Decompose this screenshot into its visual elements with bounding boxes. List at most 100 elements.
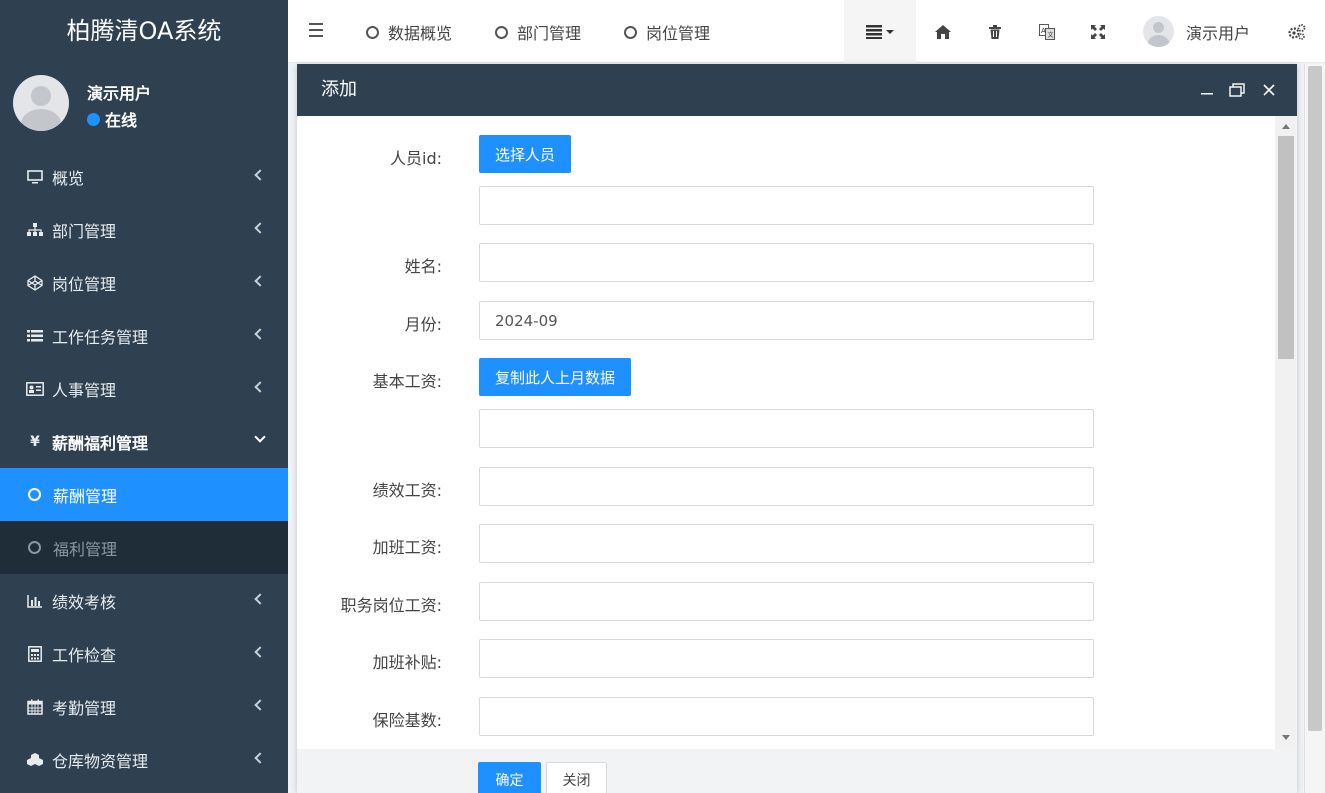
tab-department[interactable]: 部门管理 — [495, 20, 581, 44]
scroll-down-icon[interactable] — [1282, 735, 1290, 740]
overtime-pay-field[interactable] — [479, 524, 1094, 563]
tab-label: 数据概览 — [388, 24, 453, 43]
add-dialog: 添加 人员id: 选择人员 姓名: 月份: 基本工资: 复制此人上月数据 — [297, 64, 1297, 793]
scroll-up-icon[interactable] — [1282, 124, 1290, 129]
performance-pay-label: 绩效工资: — [372, 481, 442, 500]
sidebar-subitem-label: 福利管理 — [53, 539, 118, 559]
sidebar-item-label: 工作任务管理 — [52, 327, 149, 347]
minimize-button[interactable] — [1197, 64, 1217, 116]
dialog-scrollbar[interactable] — [1275, 116, 1297, 749]
sidebar-item-label: 概览 — [52, 168, 85, 188]
tabs-menu-button[interactable] — [844, 0, 916, 63]
user-menu[interactable]: 演示用户 — [1143, 16, 1250, 47]
overtime-pay-label: 加班工资: — [372, 538, 442, 557]
sidebar-item-warehouse[interactable]: 仓库物资管理 — [0, 733, 288, 786]
sidebar-subitem-salary[interactable]: 薪酬管理 — [0, 468, 288, 521]
overtime-allowance-label: 加班补贴: — [372, 653, 442, 672]
insurance-base-label: 保险基数: — [372, 711, 442, 730]
home-button[interactable] — [928, 0, 958, 63]
sidebar-item-label: 人事管理 — [52, 380, 117, 400]
sidebar-item-department[interactable]: 部门管理 — [0, 203, 288, 256]
dialog-body[interactable]: 人员id: 选择人员 姓名: 月份: 基本工资: 复制此人上月数据 绩效工资: … — [297, 116, 1277, 749]
sidebar-item-label: 部门管理 — [52, 221, 117, 241]
clear-cache-button[interactable] — [980, 0, 1010, 63]
tab-label: 部门管理 — [517, 24, 582, 43]
minimize-icon — [1201, 93, 1213, 95]
confirm-button[interactable]: 确定 — [478, 762, 541, 793]
circle-icon — [495, 25, 508, 39]
fullscreen-button[interactable] — [1083, 0, 1113, 63]
yen-icon: ¥ — [30, 433, 40, 450]
tab-data-overview[interactable]: 数据概览 — [366, 20, 452, 44]
position-pay-label: 职务岗位工资: — [340, 596, 442, 615]
person-id-label: 人员id: — [390, 149, 442, 168]
chevron-left-icon — [254, 593, 266, 605]
sidebar-item-performance[interactable]: 绩效考核 — [0, 574, 288, 627]
list-dropdown-icon — [866, 24, 894, 39]
codepen-icon — [26, 274, 44, 291]
settings-button[interactable] — [1282, 0, 1312, 63]
user-status-label: 在线 — [105, 111, 138, 130]
tab-position[interactable]: 岗位管理 — [624, 20, 710, 44]
sidebar-item-tasks[interactable]: 工作任务管理 — [0, 309, 288, 362]
home-icon — [935, 24, 951, 39]
user-panel: 演示用户 在线 — [0, 63, 288, 150]
month-field[interactable] — [479, 301, 1094, 340]
menu-toggle-icon[interactable] — [309, 23, 323, 37]
sidebar-item-attendance[interactable]: 考勤管理 — [0, 680, 288, 733]
sidebar-item-inspection[interactable]: 工作检查 — [0, 627, 288, 680]
id-card-icon — [26, 381, 44, 397]
avatar[interactable] — [13, 75, 69, 131]
svg-text:A: A — [1041, 27, 1046, 35]
page-scrollbar-thumb[interactable] — [1308, 66, 1322, 731]
circle-icon — [28, 488, 41, 501]
translate-button[interactable]: A文 — [1032, 0, 1062, 63]
sidebar-item-personnel[interactable]: 人事管理 — [0, 362, 288, 415]
sitemap-icon — [26, 222, 44, 238]
copy-last-month-button[interactable]: 复制此人上月数据 — [479, 358, 632, 396]
base-salary-field[interactable] — [479, 409, 1094, 448]
sidebar-subitem-label: 薪酬管理 — [53, 486, 118, 506]
page-scrollbar[interactable] — [1304, 64, 1325, 793]
chevron-left-icon — [254, 222, 266, 234]
dialog-header: 添加 — [297, 64, 1297, 116]
maximize-icon — [1229, 83, 1245, 97]
sidebar-menu: 概览 部门管理 岗位管理 工作任务管理 人事管理 ¥ 薪酬福利管理 薪酬管理 福… — [0, 150, 288, 786]
select-person-button[interactable]: 选择人员 — [479, 135, 572, 173]
online-status-icon — [87, 112, 100, 126]
chevron-left-icon — [254, 646, 266, 658]
maximize-button[interactable] — [1227, 64, 1247, 116]
user-name: 演示用户 — [87, 84, 152, 103]
close-icon — [1263, 84, 1275, 96]
close-dialog-button[interactable]: 关闭 — [546, 762, 607, 793]
performance-pay-field[interactable] — [479, 467, 1094, 506]
name-label: 姓名: — [404, 257, 442, 276]
user-status: 在线 — [87, 107, 137, 131]
sidebar-item-salary-welfare[interactable]: ¥ 薪酬福利管理 — [0, 415, 288, 468]
sidebar-submenu: 薪酬管理 福利管理 — [0, 468, 288, 574]
calculator-icon — [26, 645, 44, 662]
overtime-allowance-field[interactable] — [479, 639, 1094, 678]
top-user-name: 演示用户 — [1186, 23, 1251, 43]
chevron-down-icon — [254, 431, 266, 443]
insurance-base-field[interactable] — [479, 697, 1094, 736]
avatar — [1143, 16, 1174, 47]
person-id-field[interactable] — [479, 186, 1094, 225]
name-field[interactable] — [479, 243, 1094, 282]
sidebar-item-position[interactable]: 岗位管理 — [0, 256, 288, 309]
gears-icon — [1288, 23, 1306, 40]
monitor-icon — [26, 169, 44, 185]
base-salary-label: 基本工资: — [372, 372, 442, 391]
cubes-icon — [26, 752, 44, 768]
sidebar-item-overview[interactable]: 概览 — [0, 150, 288, 203]
position-pay-field[interactable] — [479, 582, 1094, 621]
scrollbar-thumb[interactable] — [1278, 136, 1294, 359]
chevron-left-icon — [254, 752, 266, 764]
top-navbar: 数据概览 部门管理 岗位管理 A文 演示用户 — [288, 0, 1325, 63]
sidebar-item-label: 岗位管理 — [52, 274, 117, 294]
chevron-left-icon — [254, 381, 266, 393]
close-button[interactable] — [1259, 64, 1279, 116]
month-label: 月份: — [404, 315, 442, 334]
sidebar-subitem-welfare[interactable]: 福利管理 — [0, 521, 288, 574]
list-icon — [26, 328, 44, 344]
